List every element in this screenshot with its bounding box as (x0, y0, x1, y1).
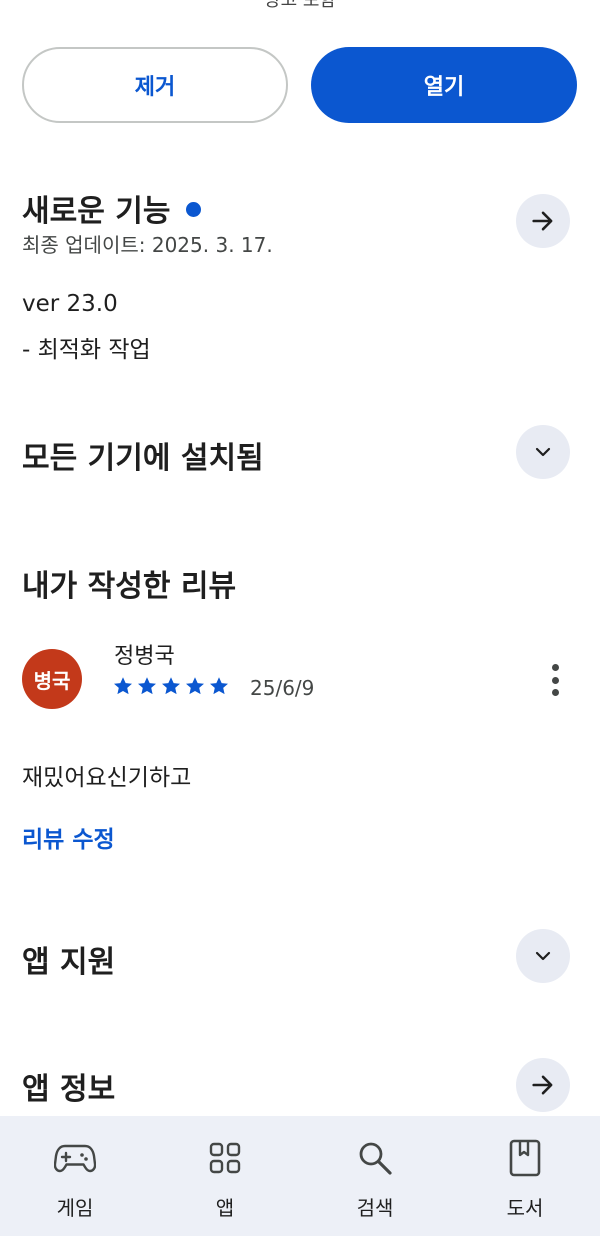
top-partial-text: 광고 포함 (264, 0, 336, 11)
review-more-options-button[interactable] (540, 660, 570, 700)
star-icon (162, 677, 180, 695)
app-info-title: 앱 정보 (22, 1072, 116, 1107)
nav-item-search[interactable]: 검색 (300, 1116, 450, 1236)
arrow-right-icon (532, 1075, 553, 1095)
chevron-down-icon (535, 951, 551, 961)
nav-label-apps: 앱 (215, 1196, 235, 1220)
nav-label-books: 도서 (506, 1196, 544, 1220)
whats-new-title-text: 새로운 기능 (22, 194, 171, 229)
app-info-arrow-button[interactable] (516, 1058, 570, 1112)
action-buttons: 제거 열기 (22, 47, 578, 123)
open-button[interactable]: 열기 (311, 47, 577, 123)
nav-label-games: 게임 (56, 1196, 94, 1220)
nav-label-search: 검색 (356, 1196, 394, 1220)
review-body: 재밌어요신기하고 (22, 765, 192, 791)
star-icon (186, 677, 204, 695)
update-note-text: - 최적화 작업 (22, 337, 151, 363)
star-icon (138, 677, 156, 695)
apps-grid-icon (208, 1138, 242, 1178)
whats-new-title: 새로운 기능 (22, 186, 202, 230)
nav-item-games[interactable]: 게임 (0, 1116, 150, 1236)
bottom-navigation: 게임 앱 검색 도서 (0, 1116, 600, 1236)
star-icon (210, 677, 228, 695)
reviewer-name: 정병국 (114, 644, 175, 669)
arrow-right-icon (532, 211, 553, 231)
more-vert-icon (551, 664, 559, 671)
installed-devices-title: 모든 기기에 설치됨 (22, 441, 264, 476)
version-text: ver 23.0 (22, 291, 118, 317)
installed-devices-expand-button[interactable] (516, 425, 570, 479)
search-icon (357, 1138, 393, 1178)
nav-item-books[interactable]: 도서 (450, 1116, 600, 1236)
app-support-expand-button[interactable] (516, 929, 570, 983)
new-indicator-dot (186, 202, 202, 217)
chevron-down-icon (535, 447, 551, 457)
edit-review-link[interactable]: 리뷰 수정 (22, 820, 115, 854)
my-review-title: 내가 작성한 리뷰 (22, 569, 237, 604)
review-date: 25/6/9 (250, 676, 315, 700)
app-support-title: 앱 지원 (22, 945, 116, 980)
book-icon (509, 1138, 541, 1178)
avatar: 병국 (22, 649, 82, 709)
star-icon (114, 677, 132, 695)
remove-button[interactable]: 제거 (22, 47, 288, 123)
gamepad-icon (54, 1138, 96, 1178)
last-updated-text: 최종 업데이트: 2025. 3. 17. (22, 233, 273, 257)
nav-item-apps[interactable]: 앱 (150, 1116, 300, 1236)
whats-new-arrow-button[interactable] (516, 194, 570, 248)
star-rating (112, 671, 232, 701)
